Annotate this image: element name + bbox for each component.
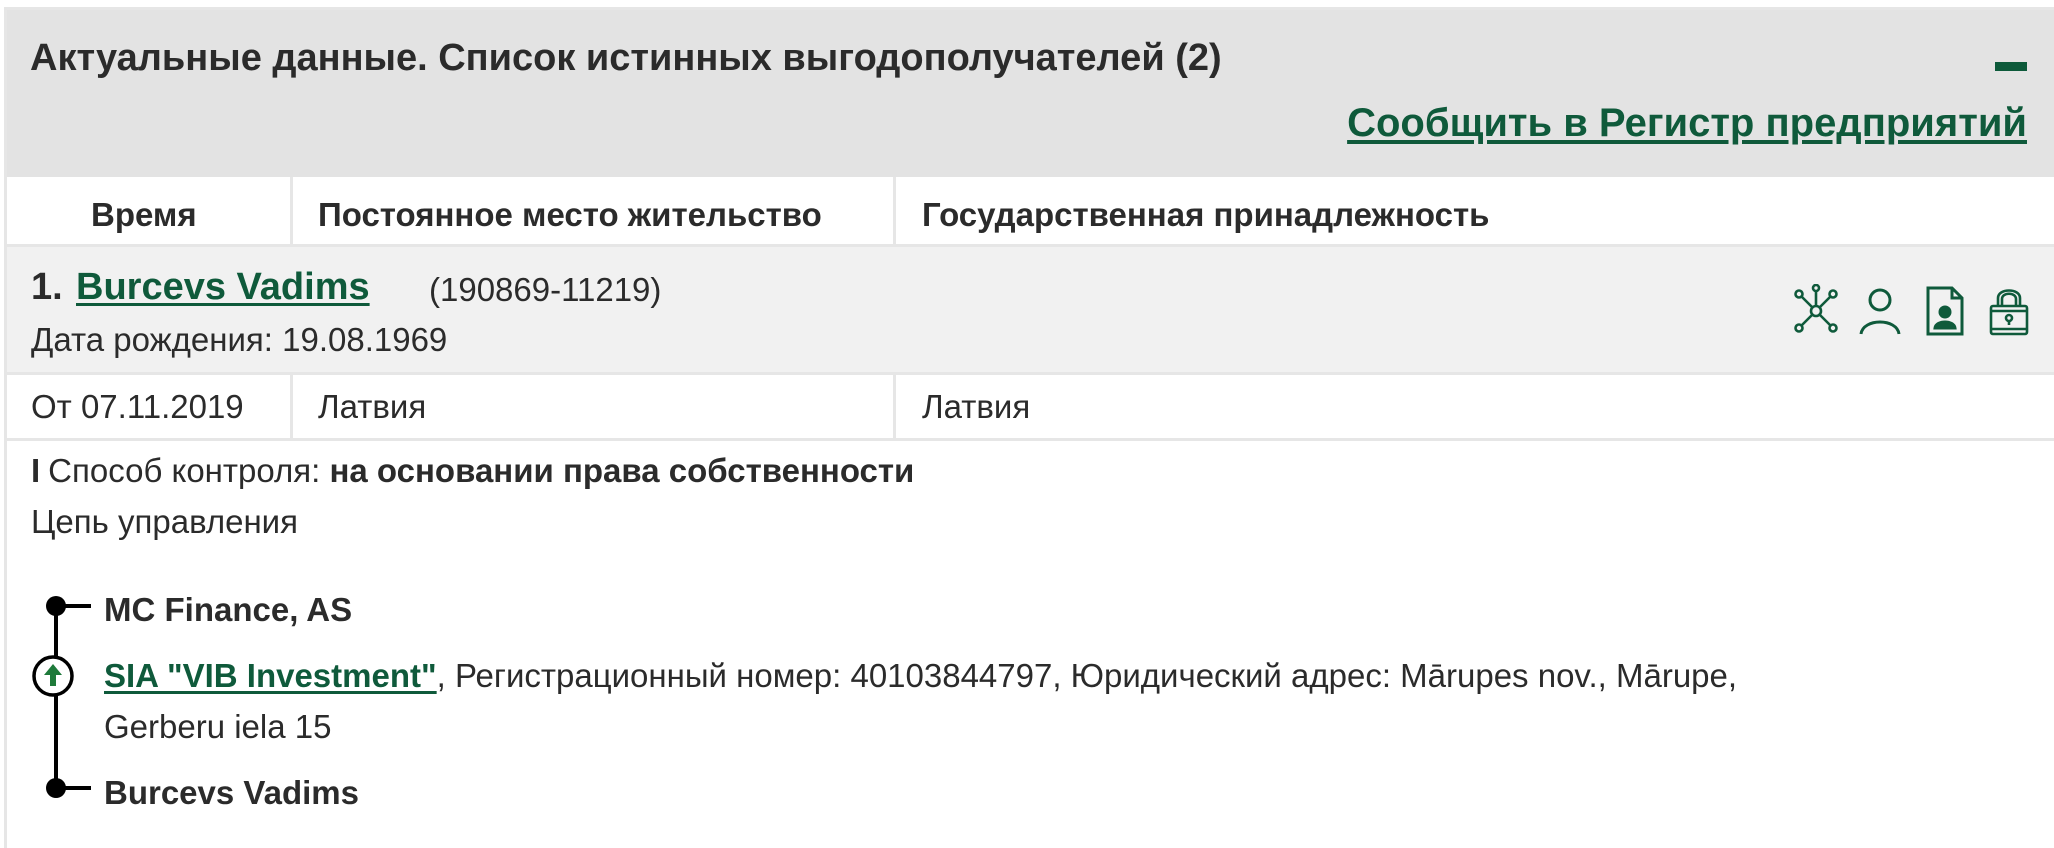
column-header-residence: Постоянное место жительство	[318, 196, 822, 233]
lock-icon[interactable]	[1984, 284, 2034, 338]
chain-item-bottom: Burcevs Vadims	[104, 774, 359, 811]
arrow-up-icon	[32, 655, 74, 697]
beneficiary-number: 1.	[31, 266, 63, 308]
company-link[interactable]: SIA "VIB Investment"	[104, 657, 437, 694]
network-icon[interactable]	[1791, 284, 1841, 338]
control-method: I Способ контроля: на основании права соб…	[31, 452, 914, 490]
control-marker: I	[31, 452, 41, 489]
collapse-button[interactable]	[1995, 62, 2027, 71]
birth-date: Дата рождения: 19.08.1969	[31, 321, 448, 358]
beneficiaries-panel: Актуальные данные. Список истинных выгод…	[4, 7, 2054, 848]
control-method-label: Способ контроля:	[48, 452, 321, 489]
report-to-register-link[interactable]: Сообщить в Регистр предприятий	[1347, 101, 2027, 146]
control-chain-label: Цепь управления	[31, 503, 298, 540]
panel-title: Актуальные данные. Список истинных выгод…	[30, 37, 1222, 79]
id-card-icon[interactable]	[1920, 284, 1970, 338]
panel-header: Актуальные данные. Список истинных выгод…	[7, 10, 2054, 177]
residence-cell: Латвия	[318, 388, 427, 425]
time-cell: От 07.11.2019	[31, 388, 244, 425]
table-header: Время Постоянное место жительство Госуда…	[7, 177, 2054, 247]
company-address-continued: Gerberu iela 15	[104, 708, 332, 745]
column-header-time: Время	[91, 196, 197, 233]
beneficiary-name-link[interactable]: Burcevs Vadims	[76, 266, 370, 309]
column-divider	[290, 177, 293, 244]
control-method-value: на основании права собственности	[329, 452, 915, 489]
chain-item-company: SIA "VIB Investment", Регистрационный но…	[104, 657, 1737, 695]
column-divider	[893, 177, 896, 244]
personal-code: (190869-11219)	[429, 271, 662, 308]
citizenship-cell: Латвия	[922, 388, 1031, 425]
column-divider	[290, 375, 293, 438]
chain-item-top: MC Finance, AS	[104, 591, 353, 628]
company-details: , Регистрационный номер: 40103844797, Юр…	[436, 657, 1738, 694]
beneficiary-row: 1. Burcevs Vadims (190869-11219) Дата ро…	[7, 247, 2054, 375]
table-row: От 07.11.2019 Латвия Латвия	[7, 375, 2054, 441]
person-icon[interactable]	[1855, 284, 1905, 338]
column-divider	[893, 375, 896, 438]
column-header-citizenship: Государственная принадлежность	[922, 196, 1490, 233]
